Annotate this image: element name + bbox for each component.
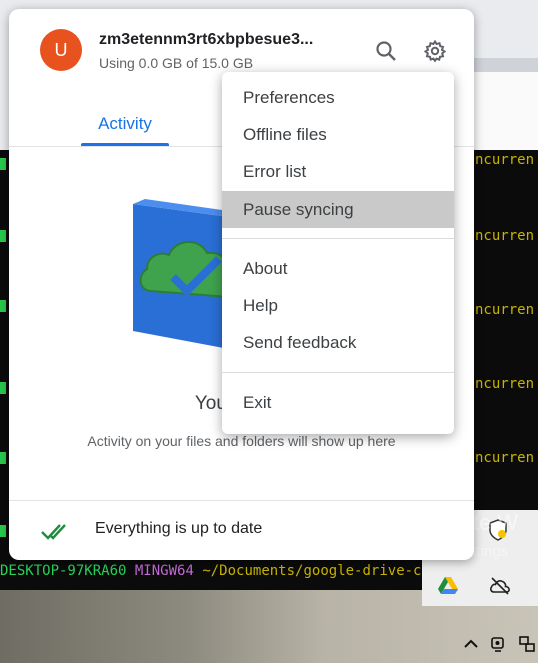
cloud-offline-icon[interactable] [486,572,514,600]
settings-menu: Preferences Offline files Error list Pau… [222,72,454,434]
background-window-bar [470,58,538,72]
menu-separator [222,238,454,239]
menu-item-send-feedback[interactable]: Send feedback [222,324,454,361]
menu-item-offline-files[interactable]: Offline files [222,116,454,153]
menu-item-about[interactable]: About [222,250,454,287]
webcam-icon[interactable] [488,630,510,658]
search-button[interactable] [372,37,400,65]
menu-separator [222,372,454,373]
gear-icon [423,39,447,63]
menu-item-pause-syncing[interactable]: Pause syncing [222,191,454,228]
sync-status: Everything is up to date [95,520,263,537]
google-drive-icon[interactable] [434,572,462,600]
chevron-up-icon[interactable] [460,630,482,658]
search-icon [376,41,396,61]
double-check-icon [41,524,66,540]
menu-item-exit[interactable]: Exit [222,384,454,421]
menu-item-preferences[interactable]: Preferences [222,79,454,116]
footer-divider [9,500,474,501]
menu-item-error-list[interactable]: Error list [222,153,454,190]
synced-files-illustration [133,199,229,349]
storage-usage: Using 0.0 GB of 15.0 GB [99,55,254,71]
menu-item-help[interactable]: Help [222,287,454,324]
avatar[interactable]: U [40,29,82,71]
account-name: zm3etennm3rt6xbpbesue3... [99,31,314,48]
prompt-host: DESKTOP-97KRA60 [0,563,127,579]
prompt-env: MINGW64 [134,563,194,579]
taskbar-tray [460,625,538,663]
tab-activity[interactable]: Activity [81,101,169,147]
settings-button[interactable] [421,37,449,65]
network-icon[interactable] [516,630,538,658]
empty-state-description: Activity on your files and folders will … [87,433,396,449]
